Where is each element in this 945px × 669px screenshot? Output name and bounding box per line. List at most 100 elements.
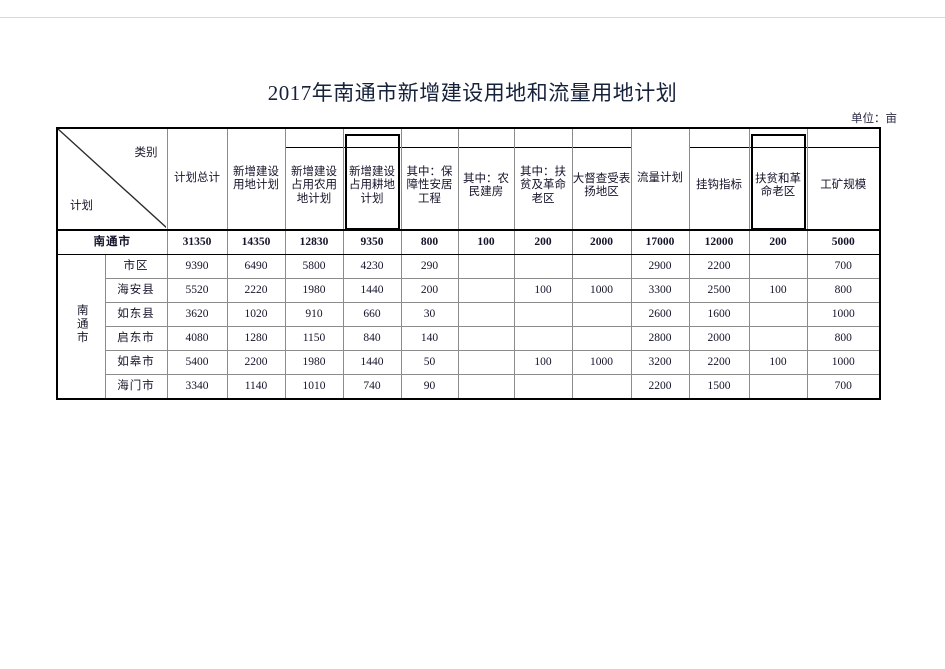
table-cell-new_constr: 1280 — [226, 326, 286, 351]
table-row: 启东市 4080 1280 1150 840 140 2800 2000 800 — [57, 326, 881, 351]
row-label-total: 南通市 — [56, 229, 168, 255]
column-header-flow-total: 流量计划 — [630, 127, 690, 231]
table-cell-arable_land: 840 — [342, 326, 402, 351]
column-header-farm-land: 新增建设占用农用地计划 — [284, 127, 344, 231]
table-cell-total: 3620 — [166, 302, 228, 327]
table-cell-new_constr: 6490 — [226, 254, 286, 279]
table-cell-new_constr: 1140 — [226, 374, 286, 400]
row-label: 海门市 — [104, 374, 168, 400]
table-cell-poverty_old — [513, 374, 573, 400]
table-cell-farm_land: 1150 — [284, 326, 344, 351]
table-cell-linked: 2000 — [688, 326, 750, 351]
table-cell-farm_land: 1980 — [284, 350, 344, 375]
column-header-farmer-house: 其中：农民建房 — [457, 127, 515, 231]
table-cell-flow_total: 3300 — [630, 278, 690, 303]
table-cell-flow_total: 3200 — [630, 350, 690, 375]
table-cell-praised: 1000 — [571, 350, 632, 375]
table-cell-farmer_house: 100 — [457, 229, 515, 255]
column-header-mining: 工矿规模 — [806, 127, 881, 231]
column-header-praised: 大督查受表扬地区 — [571, 127, 632, 231]
table-cell-praised — [571, 326, 632, 351]
table-cell-linked: 12000 — [688, 229, 750, 255]
table-cell-poverty_old2 — [748, 326, 808, 351]
table-cell-flow_total: 2900 — [630, 254, 690, 279]
table-cell-farmer_house — [457, 302, 515, 327]
row-label: 启东市 — [104, 326, 168, 351]
table-cell-poverty_old: 100 — [513, 350, 573, 375]
column-header-label: 新增建设占用耕地计划 — [349, 165, 395, 205]
table-cell-poverty_old2 — [748, 302, 808, 327]
column-header-linked: 挂钩指标 — [688, 127, 750, 231]
table-cell-farmer_house — [457, 254, 515, 279]
table-cell-flow_total: 2600 — [630, 302, 690, 327]
table-cell-arable_land: 740 — [342, 374, 402, 400]
table-cell-mining: 1000 — [806, 302, 881, 327]
table-cell-mining: 700 — [806, 374, 881, 400]
column-header-new-constr: 新增建设用地计划 — [226, 127, 286, 231]
table-cell-farmer_house — [457, 350, 515, 375]
table-cell-housing: 90 — [400, 374, 459, 400]
row-group-label: 南通市 — [56, 254, 106, 400]
row-label: 如皋市 — [104, 350, 168, 375]
corner-plan-label: 计划 — [70, 199, 93, 212]
table-cell-new_constr: 1020 — [226, 302, 286, 327]
table-cell-poverty_old2 — [748, 374, 808, 400]
page-top-rule — [0, 17, 945, 18]
table-cell-total: 5520 — [166, 278, 228, 303]
table-cell-linked: 1600 — [688, 302, 750, 327]
column-header-label: 其中：保障性安居工程 — [406, 165, 453, 205]
table-row: 如东县 3620 1020 910 660 30 2600 1600 1000 — [57, 302, 881, 327]
unit-note: 单位：亩 — [851, 113, 897, 125]
table-cell-housing: 290 — [400, 254, 459, 279]
table-cell-poverty_old — [513, 254, 573, 279]
column-header-label: 新增建设占用农用地计划 — [291, 165, 337, 205]
table-cell-farm_land: 1010 — [284, 374, 344, 400]
plan-table-wrapper: 类别 计划 计划总计 新增建设用地计划 新增建设占用农用地计划 新增建设占用耕地… — [56, 127, 881, 400]
table-cell-poverty_old2: 100 — [748, 278, 808, 303]
table-cell-arable_land: 660 — [342, 302, 402, 327]
table-row: 海安县 5520 2220 1980 1440 200 100 1000 3300 2500 100… — [57, 278, 881, 303]
table-cell-new_constr: 2200 — [226, 350, 286, 375]
table-cell-mining: 700 — [806, 254, 881, 279]
table-cell-praised — [571, 374, 632, 400]
row-label: 市区 — [104, 254, 168, 279]
table-cell-arable_land: 9350 — [342, 229, 402, 255]
column-header-label: 流量计划 — [637, 172, 683, 185]
table-cell-poverty_old: 100 — [513, 278, 573, 303]
row-group-label-text: 南通市 — [75, 304, 88, 345]
column-header-poverty-old2: 扶贫和革命老区 — [748, 127, 808, 231]
table-cell-praised: 2000 — [571, 229, 632, 255]
table-cell-new_constr: 2220 — [226, 278, 286, 303]
column-header-label: 扶贫和革命老区 — [755, 172, 801, 199]
table-cell-farm_land: 1980 — [284, 278, 344, 303]
table-cell-mining: 800 — [806, 278, 881, 303]
table-cell-total: 31350 — [166, 229, 228, 255]
table-cell-total: 3340 — [166, 374, 228, 400]
table-cell-flow_total: 17000 — [630, 229, 690, 255]
table-cell-farm_land: 12830 — [284, 229, 344, 255]
table-cell-new_constr: 14350 — [226, 229, 286, 255]
table-cell-praised: 1000 — [571, 278, 632, 303]
table-row: 南通市 市区 9390 6490 5800 4230 290 2900 2200 700 — [56, 254, 881, 400]
table-cell-total: 4080 — [166, 326, 228, 351]
table-cell-mining: 1000 — [806, 350, 881, 375]
column-header-housing: 其中：保障性安居工程 — [400, 127, 459, 231]
table-cell-poverty_old — [513, 302, 573, 327]
table-cell-linked: 2200 — [688, 350, 750, 375]
table-cell-housing: 200 — [400, 278, 459, 303]
table-cell-farmer_house — [457, 326, 515, 351]
table-cell-mining: 5000 — [806, 229, 881, 255]
row-label: 海安县 — [104, 278, 168, 303]
table-row: 如皋市 5400 2200 1980 1440 50 100 1000 3200 2200 100 1… — [57, 350, 881, 375]
page-title: 2017年南通市新增建设用地和流量用地计划 — [267, 81, 678, 105]
column-header-label: 其中：扶贫及革命老区 — [520, 165, 566, 205]
corner-category-label: 类别 — [134, 147, 158, 159]
column-header-label: 大督查受表扬地区 — [572, 172, 631, 199]
table-header-row: 类别 计划 计划总计 新增建设用地计划 新增建设占用农用地计划 新增建设占用耕地… — [56, 127, 881, 231]
table-cell-praised — [571, 302, 632, 327]
table-cell-arable_land: 1440 — [342, 350, 402, 375]
table-cell-poverty_old — [513, 326, 573, 351]
table-cell-flow_total: 2800 — [630, 326, 690, 351]
table-cell-linked: 2200 — [688, 254, 750, 279]
table-cell-poverty_old: 200 — [513, 229, 573, 255]
